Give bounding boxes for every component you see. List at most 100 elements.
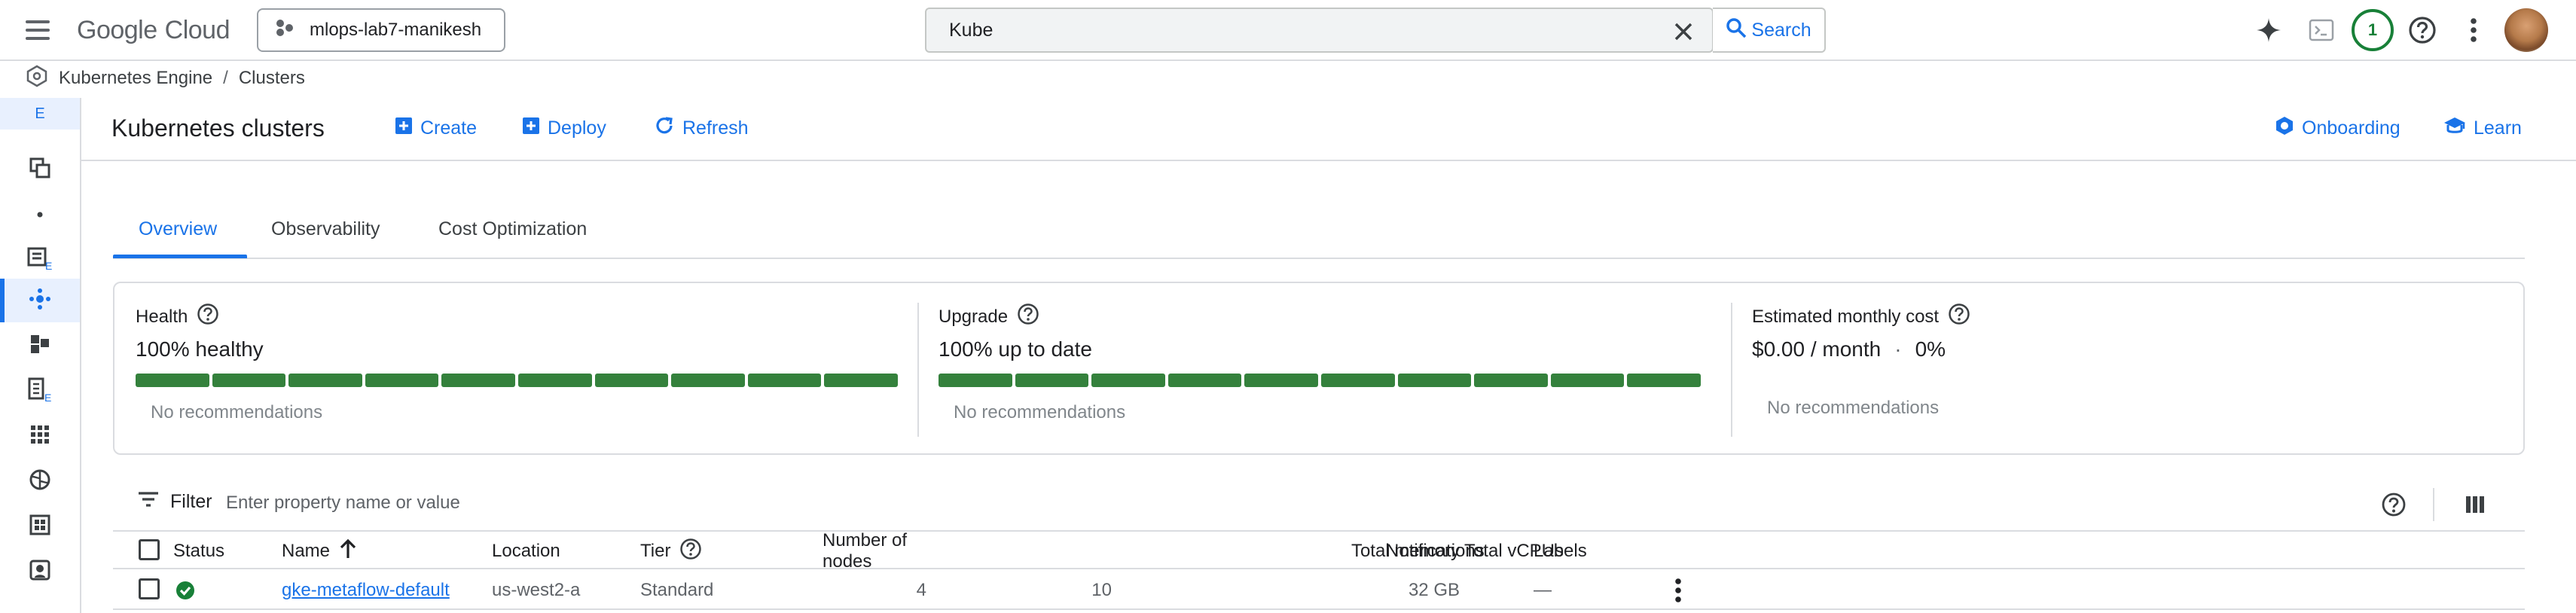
sidebar-item-clusters[interactable] — [0, 279, 80, 322]
dashboard-icon — [29, 514, 51, 540]
cost-note: No recommendations — [1767, 398, 1940, 418]
help-icon[interactable] — [679, 538, 702, 566]
progress-segment — [1091, 374, 1165, 387]
project-name: mlops-lab7-manikesh — [310, 20, 482, 40]
column-header-name[interactable]: Name — [282, 535, 357, 568]
marketplace-icon — [29, 559, 51, 585]
sidebar-item-dot[interactable] — [0, 193, 80, 236]
health-label: Health — [136, 306, 188, 327]
health-value: 100% healthy — [136, 337, 264, 361]
gemini-sparkle-icon[interactable] — [2248, 9, 2290, 51]
breadcrumb-kubernetes-engine[interactable]: Kubernetes Engine — [59, 68, 212, 89]
progress-segment — [1167, 374, 1242, 387]
sidebar-item-marketplace[interactable] — [0, 550, 80, 593]
project-picker-button[interactable]: mlops-lab7-manikesh — [257, 8, 505, 52]
cluster-name[interactable]: gke-metaflow-default — [282, 580, 450, 601]
onboarding-icon — [2275, 116, 2294, 141]
cluster-location: us-west2-a — [492, 580, 581, 600]
sort-ascending-icon[interactable] — [339, 538, 357, 565]
progress-segment — [1015, 374, 1089, 387]
deploy-button[interactable]: Deploy — [522, 114, 606, 142]
tab-observability[interactable]: Observability — [271, 218, 380, 258]
sidebar-item-fleet[interactable]: E — [0, 238, 80, 282]
column-header-tier-label: Tier — [640, 541, 671, 561]
notifications-badge[interactable]: 1 — [2352, 9, 2394, 51]
logo-cloud-text: Cloud — [164, 15, 230, 44]
breadcrumb-clusters[interactable]: Clusters — [239, 68, 305, 89]
help-icon[interactable] — [197, 303, 219, 331]
column-header-labels[interactable]: Labels — [1534, 535, 1587, 568]
cluster-name-link[interactable]: gke-metaflow-default — [282, 574, 450, 607]
health-note: No recommendations — [151, 402, 323, 422]
filter-input[interactable] — [226, 488, 1431, 518]
onboarding-button[interactable]: Onboarding — [2275, 114, 2401, 142]
cloud-shell-icon[interactable] — [2300, 9, 2343, 51]
help-icon[interactable] — [1017, 303, 1039, 331]
table-row: gke-metaflow-default us-west2-a Standard… — [113, 569, 2525, 610]
main-menu-icon[interactable] — [15, 15, 60, 45]
upgrade-note: No recommendations — [954, 402, 1126, 422]
column-header-status[interactable]: Status — [173, 535, 224, 568]
progress-segment — [939, 374, 1012, 387]
sidebar-item-applications[interactable]: E — [0, 369, 80, 413]
tab-overview[interactable]: Overview — [139, 218, 217, 258]
sidebar-item-ai[interactable] — [0, 459, 80, 503]
search-input[interactable] — [949, 9, 1612, 51]
cost-label: Estimated monthly cost — [1752, 306, 1940, 327]
more-options-icon[interactable] — [2452, 9, 2495, 51]
sidebar-item-apps-grid[interactable] — [0, 414, 80, 458]
search-button[interactable]: Search — [1713, 8, 1826, 53]
cost-percent: 0% — [1915, 337, 1946, 361]
column-header-tier[interactable]: Tier — [640, 535, 702, 568]
column-header-location[interactable]: Location — [492, 535, 560, 568]
refresh-button[interactable]: Refresh — [654, 114, 749, 142]
progress-segment — [441, 374, 515, 387]
sidebar-item-dashboard[interactable] — [0, 505, 80, 548]
page-title: Kubernetes clusters — [111, 114, 325, 142]
column-display-options-icon[interactable] — [2454, 483, 2496, 526]
help-icon[interactable] — [2373, 483, 2415, 526]
row-checkbox[interactable] — [139, 578, 160, 599]
column-header-notifications[interactable]: Notifications — [1386, 535, 1485, 568]
progress-segment — [824, 374, 898, 387]
logo-google-text: Google — [77, 15, 157, 44]
row-actions-icon[interactable] — [1663, 574, 1693, 607]
progress-segment — [671, 374, 745, 387]
table-header-row: Status Name Location Tier Number of node… — [113, 530, 2525, 572]
progress-segment — [212, 374, 286, 387]
progress-segment — [136, 374, 209, 387]
help-icon[interactable] — [1948, 303, 1970, 331]
progress-segment — [1320, 374, 1395, 387]
select-all-checkbox[interactable] — [139, 539, 160, 560]
breadcrumb-separator: / — [223, 68, 228, 88]
project-icon — [275, 18, 295, 43]
cost-value-row: $0.00 / month · 0% — [1752, 337, 1946, 361]
create-label: Create — [420, 117, 478, 139]
refresh-icon — [654, 115, 675, 142]
brain-icon — [28, 468, 52, 496]
create-button[interactable]: Create — [395, 114, 477, 142]
google-cloud-logo[interactable]: Google Cloud — [77, 11, 230, 50]
tab-cost-optimization[interactable]: Cost Optimization — [438, 218, 587, 258]
progress-segment — [594, 374, 669, 387]
sidebar-item-workloads[interactable] — [0, 324, 80, 367]
progress-segment — [288, 374, 362, 387]
cost-label-row: Estimated monthly cost — [1752, 303, 1970, 331]
upgrade-progress-bar — [939, 374, 1701, 387]
sidebar-item-clusters-overview[interactable] — [0, 148, 80, 191]
progress-segment — [1550, 374, 1625, 387]
help-icon[interactable] — [2401, 9, 2443, 51]
top-bar: Google Cloud mlops-lab7-manikesh Search … — [0, 0, 2576, 61]
svg-text:E: E — [44, 392, 51, 402]
progress-segment — [1244, 374, 1318, 387]
add-box-icon — [395, 117, 413, 140]
refresh-label: Refresh — [682, 117, 749, 139]
search-icon — [1726, 17, 1747, 44]
filter-button[interactable]: Filter — [137, 491, 212, 513]
clear-search-icon[interactable] — [1667, 15, 1700, 48]
upgrade-label: Upgrade — [939, 306, 1009, 327]
learn-button[interactable]: Learn — [2443, 114, 2522, 142]
sidebar-expand-button[interactable]: E — [0, 98, 80, 130]
account-avatar[interactable] — [2504, 8, 2548, 52]
school-icon — [2443, 116, 2466, 141]
